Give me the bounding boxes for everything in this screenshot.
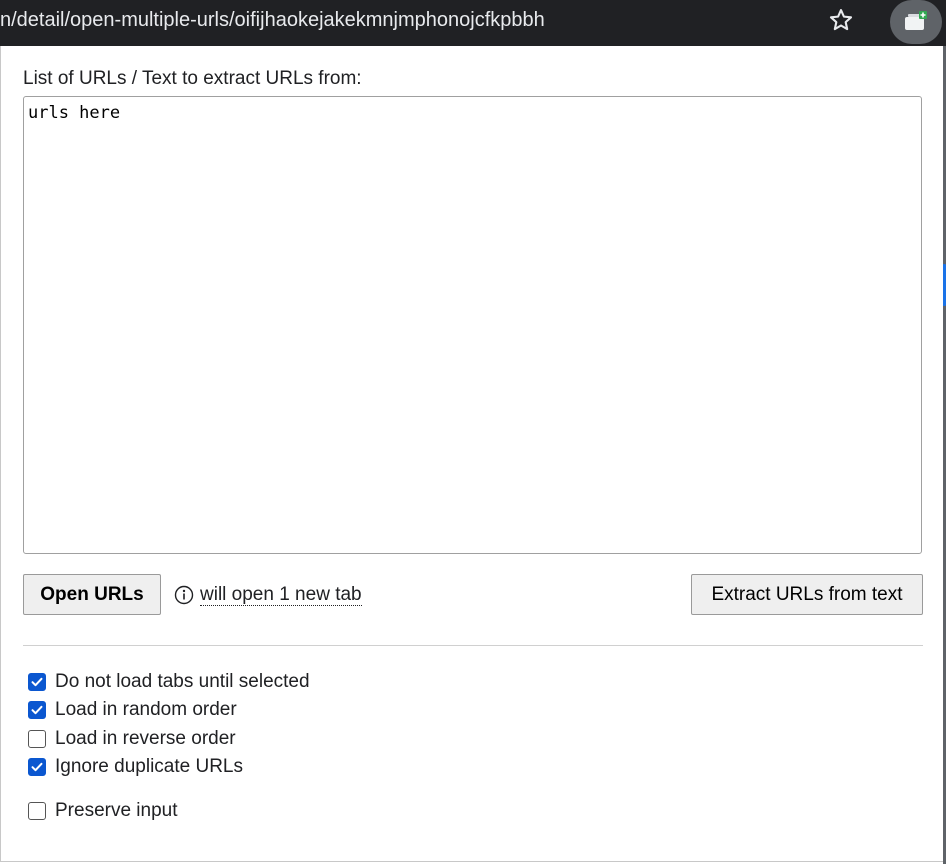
urls-label: List of URLs / Text to extract URLs from… [23, 68, 362, 89]
option-label: Ignore duplicate URLs [55, 756, 243, 777]
open-urls-button[interactable]: Open URLs [23, 574, 161, 615]
extension-icon [905, 11, 927, 30]
tab-count-info: will open 1 new tab [174, 584, 362, 606]
option-row[interactable]: Ignore duplicate URLs [28, 755, 243, 779]
option-label: Preserve input [55, 800, 178, 821]
extract-urls-button[interactable]: Extract URLs from text [691, 574, 923, 615]
option-row[interactable]: Load in random order [28, 698, 237, 722]
option-checkbox[interactable] [28, 730, 46, 748]
option-row[interactable]: Load in reverse order [28, 727, 236, 751]
option-label: Load in reverse order [55, 728, 236, 749]
extension-popup: List of URLs / Text to extract URLs from… [0, 46, 943, 862]
divider [23, 645, 923, 646]
urls-textarea[interactable] [23, 96, 922, 554]
tab-count-text: will open 1 new tab [200, 583, 362, 606]
browser-toolbar: n/detail/open-multiple-urls/oifijhaokeja… [0, 0, 946, 46]
address-bar-url[interactable]: n/detail/open-multiple-urls/oifijhaokeja… [0, 7, 545, 33]
bookmark-star-icon[interactable] [826, 6, 856, 34]
option-checkbox[interactable] [28, 758, 46, 776]
option-label: Load in random order [55, 699, 237, 720]
option-row[interactable]: Preserve input [28, 799, 178, 823]
option-label: Do not load tabs until selected [55, 671, 310, 692]
info-icon [174, 585, 194, 605]
option-checkbox[interactable] [28, 802, 46, 820]
option-checkbox[interactable] [28, 701, 46, 719]
open-multiple-urls-extension-button[interactable] [890, 0, 942, 44]
option-row[interactable]: Do not load tabs until selected [28, 670, 310, 694]
option-checkbox[interactable] [28, 673, 46, 691]
